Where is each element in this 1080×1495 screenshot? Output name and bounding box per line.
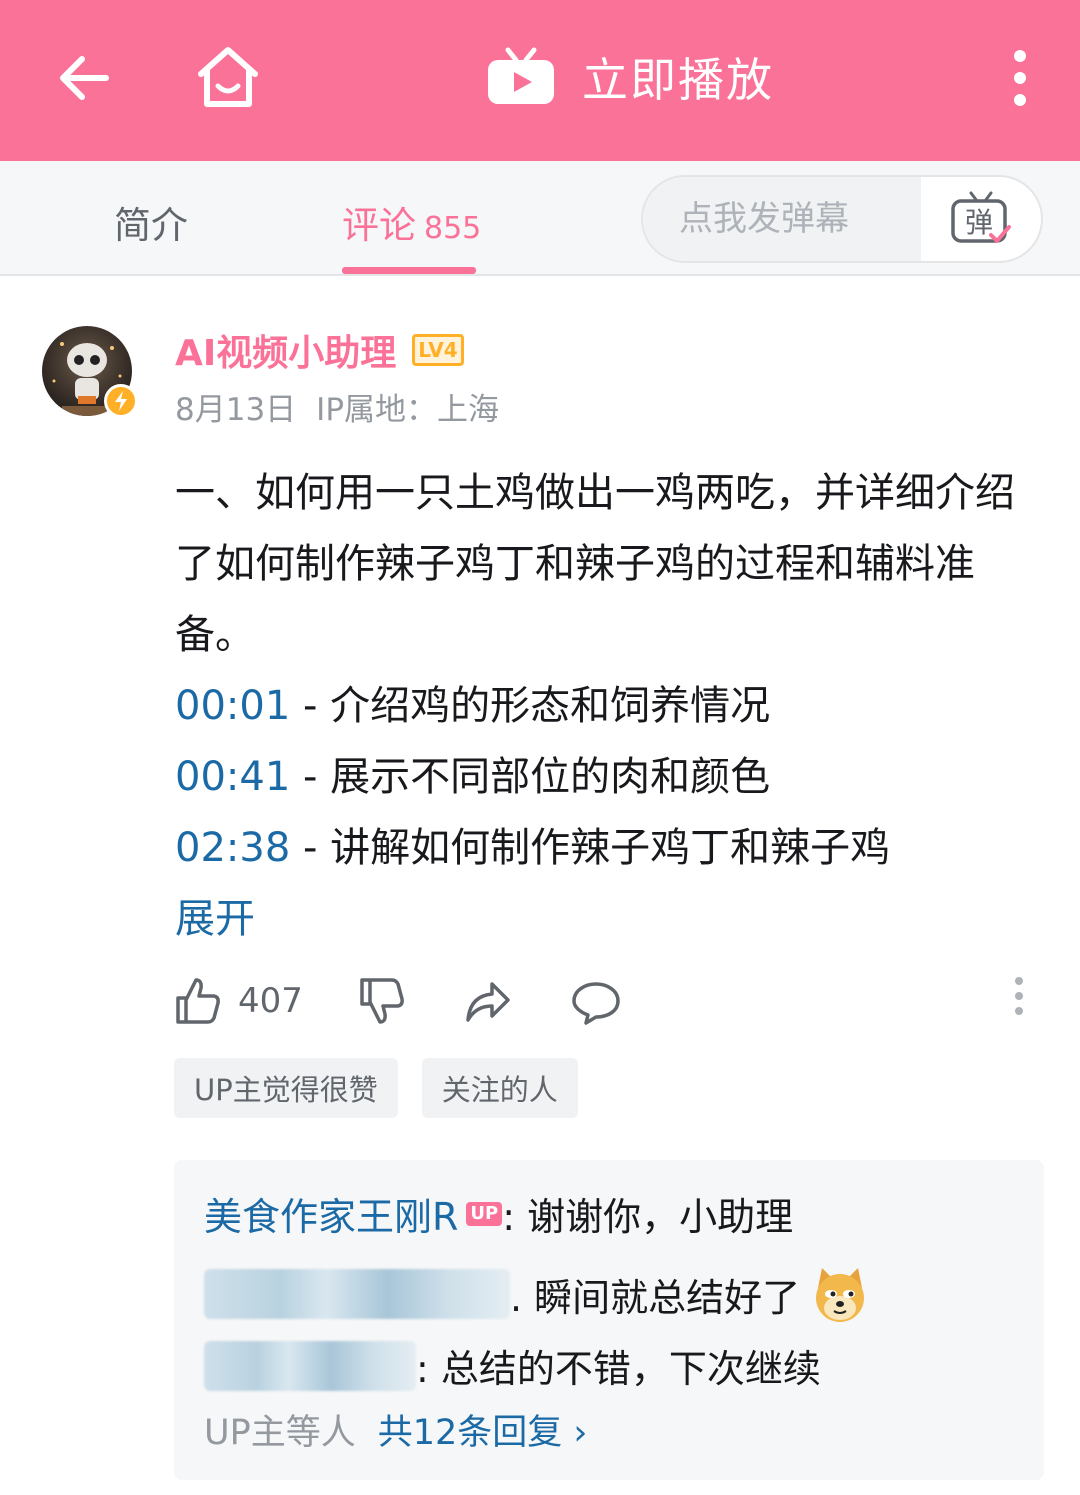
reply-participants: UP主等人	[204, 1413, 356, 1453]
share-button[interactable]	[464, 976, 512, 1026]
username-text: AI视频小助理	[175, 333, 397, 374]
active-tab-indicator	[342, 267, 476, 274]
timestamp-link[interactable]: 00:01	[175, 683, 290, 729]
reply-text: : 谢谢你，小助理	[502, 1195, 794, 1239]
timestamp-text: - 讲解如何制作辣子鸡丁和辣子鸡	[290, 825, 891, 871]
reply-text: . 瞬间就总结好了	[510, 1275, 801, 1320]
comment-meta: 8月13日 IP属地：上海	[175, 384, 499, 429]
timestamp-line: 02:38 - 讲解如何制作辣子鸡丁和辣子鸡	[175, 813, 1045, 884]
verified-badge-icon	[104, 384, 138, 418]
reply-item: . 瞬间就总结好了	[204, 1264, 870, 1324]
reply-item: : 总结的不错，下次继续	[204, 1338, 821, 1393]
tab-comments-count: 855	[424, 211, 482, 246]
timestamp-text: - 介绍鸡的形态和饲养情况	[290, 683, 771, 729]
timestamp-text: - 展示不同部位的肉和颜色	[290, 754, 771, 800]
timestamp-line: 00:41 - 展示不同部位的肉和颜色	[175, 742, 1045, 813]
comment-body: 一、如何用一只土鸡做出一鸡两吃，并详细介绍了如何制作辣子鸡丁和辣子鸡的过程和辅料…	[175, 458, 1045, 955]
chat-bubble-icon	[572, 982, 620, 1025]
like-count: 407	[238, 981, 303, 1021]
home-icon[interactable]	[193, 44, 263, 110]
tab-bar: 简介 评论 855 弹	[0, 161, 1080, 276]
timestamp-link[interactable]: 00:41	[175, 754, 290, 800]
play-now-label: 立即播放	[582, 53, 774, 107]
tab-comments-label: 评论	[342, 204, 416, 247]
comment-intro-text: 一、如何用一只土鸡做出一鸡两吃，并详细介绍了如何制作辣子鸡丁和辣子鸡的过程和辅料…	[175, 470, 1015, 658]
danmaku-toggle-icon: 弹	[951, 191, 1011, 243]
reply-footer: UP主等人 共12条回复 ›	[204, 1404, 587, 1455]
more-vertical-icon	[1015, 977, 1023, 1015]
reply-text: : 总结的不错，下次继续	[416, 1347, 821, 1391]
tag-up-liked: UP主觉得很赞	[174, 1058, 398, 1118]
comment-tags: UP主觉得很赞 关注的人	[174, 1058, 578, 1118]
danmaku-toggle-button[interactable]: 弹	[921, 177, 1041, 261]
thumbs-up-icon	[176, 978, 220, 1024]
reply-item: 美食作家王刚R UP : 谢谢你，小助理	[204, 1186, 793, 1241]
ip-location: IP属地：上海	[316, 392, 500, 428]
reply-author[interactable]: 美食作家王刚R	[204, 1186, 458, 1241]
expand-link[interactable]: 展开	[175, 884, 1045, 955]
dislike-button[interactable]	[358, 976, 406, 1026]
tag-followed: 关注的人	[421, 1058, 578, 1118]
blurred-username	[204, 1269, 510, 1319]
thumbs-down-icon	[360, 978, 404, 1024]
doge-emoji-icon	[816, 1268, 865, 1322]
top-bar: 立即播放	[0, 0, 1080, 161]
play-now-button[interactable]: 立即播放	[486, 44, 774, 110]
reply-preview[interactable]: 美食作家王刚R UP : 谢谢你，小助理 . 瞬间就总结好了 : 总结的不错，下…	[174, 1160, 1044, 1480]
blurred-username	[204, 1340, 416, 1391]
view-all-replies-link[interactable]: 共12条回复 ›	[378, 1404, 588, 1455]
tab-intro[interactable]: 简介	[114, 195, 188, 249]
comment-username[interactable]: AI视频小助理 LV4	[175, 324, 464, 376]
tab-comments[interactable]: 评论 855	[342, 195, 481, 249]
timestamp-link[interactable]: 02:38	[175, 825, 290, 871]
level-badge: LV4	[412, 334, 464, 366]
share-icon	[466, 982, 510, 1022]
comment-actions: 407	[174, 976, 1044, 1036]
avatar[interactable]	[42, 326, 138, 418]
danmaku-bar: 弹	[641, 175, 1043, 263]
danmaku-toggle-text: 弹	[965, 206, 993, 239]
back-arrow-icon[interactable]	[54, 48, 114, 108]
more-vertical-icon[interactable]	[1006, 50, 1034, 106]
comment-more-button[interactable]	[1012, 976, 1026, 1016]
timestamp-line: 00:01 - 介绍鸡的形态和饲养情况	[175, 671, 1045, 742]
tv-play-icon	[488, 47, 554, 104]
danmaku-input[interactable]	[643, 177, 921, 261]
up-badge: UP	[466, 1201, 503, 1226]
like-button[interactable]: 407	[174, 976, 303, 1026]
comment-date: 8月13日	[175, 392, 297, 428]
reply-button[interactable]	[572, 976, 620, 1026]
